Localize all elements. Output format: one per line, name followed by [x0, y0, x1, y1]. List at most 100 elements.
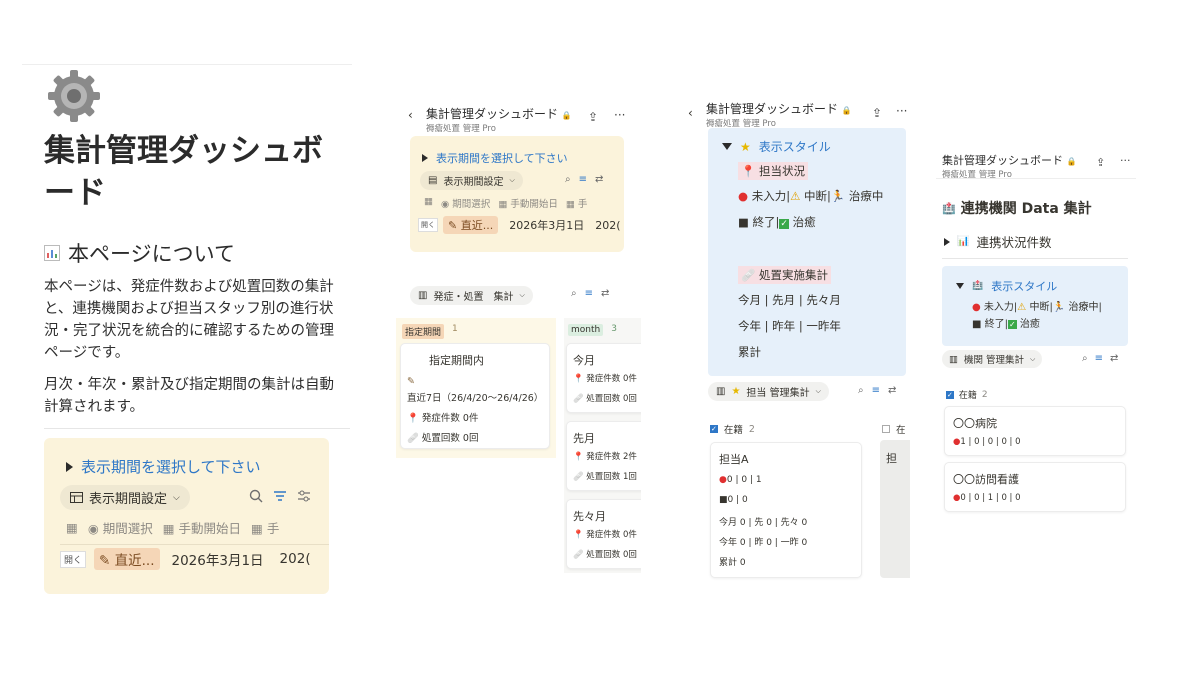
pin-icon: 📍: [407, 413, 419, 424]
count-toggle[interactable]: 📊 連携状況件数: [944, 232, 1051, 251]
board-selector[interactable]: ▥ ★ 担当 管理集計 ⌵: [708, 382, 829, 401]
description-paragraph: 本ページは、発症件数および処置回数の集計と、連携機関および担当スタッフ別の進行状…: [44, 279, 334, 361]
table-row[interactable]: 開く ✎ 直近... 2026年3月1日 202(: [418, 216, 621, 234]
group-count: 2: [748, 423, 755, 435]
table-row[interactable]: 開く ✎ 直近... 2026年3月1日 202(: [60, 548, 311, 570]
divider: [44, 428, 350, 429]
chevron-down-icon: ⌵: [509, 176, 515, 184]
section-heading-text: 本ページについて: [68, 242, 235, 266]
card-onset: 発症件数 0件: [586, 374, 637, 384]
sort-icon[interactable]: ⇄: [888, 385, 896, 396]
search-icon[interactable]: ⌕: [565, 174, 571, 185]
red-dot-icon: ●: [738, 189, 749, 203]
period-tag: ✎ 直近...: [94, 548, 160, 570]
group2-count: 3: [611, 324, 617, 334]
view-selector[interactable]: 表示期間設定 ⌵: [60, 485, 190, 510]
checkbox-empty-icon: [882, 425, 890, 433]
share-icon[interactable]: ⇪: [588, 110, 598, 124]
period-toggle[interactable]: 表示期間を選択して下さい: [66, 456, 261, 477]
toggle-arrow-icon: [66, 461, 73, 472]
institution-card[interactable]: 〇〇訪問看護 ●0 | 0 | 1 | 0 | 0: [944, 462, 1126, 512]
cut-cell: 202(: [279, 551, 311, 567]
cut-cell: 202(: [595, 218, 621, 232]
style-toggle[interactable]: ★ 表示スタイル: [722, 138, 831, 155]
sort-icon[interactable]: [297, 490, 311, 502]
chevron-down-icon: ⌵: [519, 291, 525, 299]
view-selector[interactable]: ▤ 表示期間設定 ⌵: [420, 171, 523, 190]
row-line: [60, 544, 329, 545]
search-icon[interactable]: ⌕: [571, 288, 577, 299]
col-cut: ▦ 手: [251, 521, 280, 536]
style-toggle[interactable]: 🏥 表示スタイル: [956, 278, 1057, 294]
institution-card[interactable]: 〇〇病院 ●1 | 0 | 0 | 0 | 0: [944, 406, 1126, 456]
card-title: 指定期間内: [429, 354, 484, 367]
period-toggle-label: 表示期間を選択して下さい: [81, 458, 261, 476]
group2-label: month: [568, 324, 604, 336]
filter-icon[interactable]: ≡: [585, 288, 593, 299]
staff-card[interactable]: 担当A ●0 | 0 | 1 ■0 | 0 今月 0 | 先 0 | 先々 0 …: [710, 442, 862, 578]
group2-header: 在: [882, 422, 906, 436]
card-title: 先月: [573, 432, 595, 445]
period-toggle[interactable]: 表示期間を選択して下さい: [422, 150, 568, 166]
col-period: ◉ 期間選択: [87, 521, 153, 536]
board-selector[interactable]: ▥ 機関 管理集計 ⌵: [942, 350, 1043, 368]
section-heading: 🏥 連携機関 Data 集計: [942, 198, 1092, 218]
share-icon[interactable]: ⇪: [1096, 156, 1105, 169]
month-card[interactable]: 先月 📍 発症件数 2件 🩹 処置回数 1回: [566, 421, 641, 491]
period-toggle-label: 表示期間を選択して下さい: [436, 152, 568, 165]
search-icon[interactable]: ⌕: [1082, 353, 1088, 364]
hospital-icon: 🏥: [942, 201, 956, 215]
share-icon[interactable]: ⇪: [872, 106, 882, 120]
back-icon[interactable]: ‹: [408, 108, 413, 122]
board-toolbar: ⌕ ≡ ⇄: [858, 385, 896, 396]
period-tag: ✎ 直近...: [443, 216, 499, 234]
start-date: 2026年3月1日: [171, 553, 264, 569]
count-toggle-label: 連携状況件数: [976, 235, 1052, 250]
more-icon[interactable]: ···: [614, 108, 625, 122]
more-icon[interactable]: ···: [1120, 154, 1131, 167]
sort-icon[interactable]: ⇄: [595, 174, 603, 185]
group-count: 2: [981, 389, 988, 400]
card-treat: 処置回数 0回: [586, 550, 637, 560]
board-selector-label: 発症・処置 集計: [433, 292, 514, 303]
sort-icon[interactable]: ⇄: [601, 288, 609, 299]
filter-icon[interactable]: ≡: [1095, 353, 1103, 364]
board-selector-label: 担当 管理集計: [746, 388, 810, 399]
back-icon[interactable]: ‹: [688, 106, 693, 120]
open-button[interactable]: 開く: [60, 550, 87, 568]
black-square-icon: ■: [738, 215, 749, 229]
auto-calc-note: 月次・年次・累計及び指定期間の集計は自動計算されます。: [44, 377, 334, 415]
card-status-row: ●1 | 0 | 0 | 0 | 0: [953, 437, 1021, 447]
card-title: 担当A: [719, 453, 749, 466]
view-toolbar: ⌕ ≡ ⇄: [565, 174, 603, 185]
bar-chart-icon: 📊: [957, 236, 970, 247]
filter-icon[interactable]: ≡: [579, 174, 587, 185]
month-card[interactable]: 先々月 📍 発症件数 0件 🩹 処置回数 0回: [566, 499, 641, 569]
style-callout: 🏥 表示スタイル ● 未入力|⚠ 中断|🏃 治療中| ■ 終了|✓ 治癒: [942, 266, 1128, 346]
star-icon: ★: [731, 386, 741, 397]
more-icon[interactable]: ···: [896, 104, 907, 118]
bandage-icon: 🩹: [407, 433, 419, 444]
month-card[interactable]: 今月 📍 発症件数 0件 🩹 処置回数 0回: [566, 343, 641, 413]
card-done-row: ■0 | 0: [719, 495, 748, 505]
group2-header: month 3: [568, 324, 617, 336]
period-card[interactable]: 指定期間内 ✎ 直近7日（26/4/20〜26/4/26） 📍 発症件数 0件 …: [400, 343, 550, 449]
period-line-2: 今年 | 昨年 | 一昨年: [738, 319, 841, 333]
open-button[interactable]: 開く: [418, 218, 438, 232]
top-divider: [22, 64, 352, 65]
card-title: 〇〇訪問看護: [953, 473, 1019, 486]
card-total-row: 累計 0: [719, 558, 746, 568]
filter-icon[interactable]: ≡: [872, 385, 880, 396]
legend-line-1: ● 未入力|⚠ 中断|🏃 治療中|: [972, 302, 1102, 313]
card-onset: 発症件数 0件: [421, 413, 479, 424]
header-divider: [936, 178, 1136, 179]
chevron-down-icon: ⌵: [1030, 354, 1036, 363]
sort-icon[interactable]: ⇄: [1110, 353, 1118, 364]
board-selector[interactable]: ▥ 発症・処置 集計 ⌵: [410, 286, 533, 305]
col-cut: ▦ 手: [565, 199, 588, 210]
search-icon[interactable]: [249, 489, 263, 503]
header: 集計管理ダッシュボード 🔒 褥瘡処置 管理 Pro: [426, 105, 572, 134]
filter-icon[interactable]: [273, 490, 287, 502]
search-icon[interactable]: ⌕: [858, 385, 864, 396]
card-status-row: ●0 | 0 | 1 | 0 | 0: [953, 493, 1021, 503]
